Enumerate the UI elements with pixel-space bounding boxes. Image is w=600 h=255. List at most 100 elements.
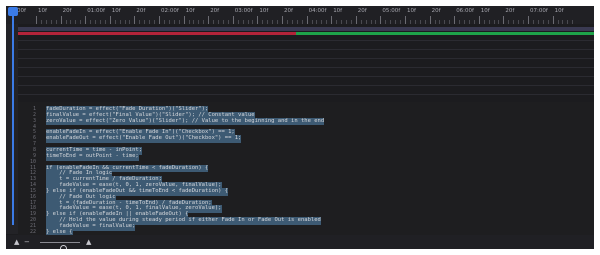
current-time-indicator[interactable] [12,15,14,225]
ruler-minor-tick [149,20,151,24]
track-divider [18,67,594,68]
ruler-minor-tick [163,20,165,24]
ruler-minor-tick [242,20,244,24]
ruler-minor-tick [95,20,97,24]
ruler-minor-tick [252,20,254,24]
ruler-minor-tick [567,20,569,24]
ruler-minor-tick [55,20,57,24]
ruler-major-tick [405,16,406,24]
track-divider [18,76,594,77]
ruler-tick-label: 03:00f [234,8,253,14]
ruler-minor-tick [449,20,451,24]
ruler-major-tick [85,16,87,24]
ruler-minor-tick [345,20,347,24]
ruler-minor-tick [193,20,195,24]
ruler-minor-tick [390,20,392,24]
ruler-minor-tick [547,20,549,24]
ruler-minor-tick [473,20,475,24]
ruler-minor-tick [114,20,116,24]
ruler-minor-tick [247,20,249,24]
ruler-tick-label: 20f [505,8,515,14]
ruler-minor-tick [267,20,269,24]
ruler-minor-tick [326,20,328,24]
ruler-minor-tick [395,20,397,24]
ruler-minor-tick [227,20,229,24]
work-area-bar[interactable] [18,27,594,31]
ruler-major-tick [282,16,283,24]
ruler-minor-tick [464,20,466,24]
ruler-minor-tick [523,20,525,24]
ruler-minor-tick [70,20,72,24]
ruler-minor-tick [311,20,313,24]
ruler-minor-tick [508,20,510,24]
layer-duration-bar-before-playhead[interactable] [18,32,296,35]
triangle-icon[interactable]: ▲ [14,238,19,246]
ruler-minor-tick [222,20,224,24]
time-ruler[interactable]: 00f 10f 20f 01:00f 10f 20f 02:00f 10f 20f 03:00f 1… [6,6,594,24]
track-divider [18,49,594,50]
ruler-tick-label: 10f [480,8,490,14]
ruler-minor-tick [468,20,470,24]
ruler-minor-tick [483,20,485,24]
ruler-minor-tick [562,20,564,24]
zoom-slider[interactable] [40,242,80,249]
ruler-minor-tick [65,20,67,24]
ruler-major-tick [134,16,136,24]
ruler-minor-tick [341,20,343,24]
ruler-minor-tick [513,20,515,24]
ruler-minor-tick [119,20,121,24]
ruler-minor-tick [291,20,293,24]
expression-editor[interactable]: 1 fadeDuration = effect("Fade Duration")(… [18,102,594,235]
ruler-minor-tick [45,20,47,24]
track-divider [18,94,594,95]
ruler-tick-label: 20f [210,8,220,14]
ruler-minor-tick [321,20,323,24]
track-divider [18,85,594,86]
ruler-minor-tick [90,20,92,24]
ruler-minor-tick [542,20,544,24]
ruler-minor-tick [444,20,446,24]
ruler-minor-tick [213,20,215,24]
ruler-minor-tick [488,20,490,24]
ruler-minor-tick [439,20,441,24]
track-divider [18,58,594,59]
ruler-tick-label: 10f [38,8,47,14]
ruler-major-tick [159,16,160,24]
ruler-major-tick [36,16,37,24]
ruler-minor-tick [178,20,180,24]
ruler-minor-tick [375,20,377,24]
ruler-minor-tick [262,20,264,24]
ruler-minor-tick [419,20,421,24]
ruler-tick-label: 20f [62,8,72,14]
ruler-major-tick [380,16,382,24]
ruler-major-tick [454,16,456,24]
ruler-minor-tick [173,20,175,24]
ruler-major-tick [60,16,62,24]
ruler-minor-tick [139,20,141,24]
ruler-minor-tick [336,20,338,24]
ruler-minor-tick [40,20,42,24]
ruler-major-tick [528,16,529,24]
ruler-minor-tick [434,20,436,24]
ruler-major-tick [355,16,357,24]
ruler-minor-tick [532,20,534,24]
ruler-minor-tick [218,20,220,24]
zoom-in-icon[interactable]: ▲ [86,238,91,246]
zoom-out-icon[interactable]: − [24,238,30,246]
ruler-major-tick [208,16,210,24]
ruler-minor-tick [409,20,411,24]
ruler-tick-label: 07:00f [530,8,548,14]
ruler-major-tick [232,16,234,24]
ruler-tick-label: 10f [554,8,564,14]
ruler-minor-tick [370,20,372,24]
layer-duration-bar-after-playhead[interactable] [296,32,594,35]
ruler-tick-label: 20f [136,8,146,14]
ruler-tick-label: 20f [431,8,441,14]
ruler-minor-tick [498,20,500,24]
ruler-tick-label: 20f [284,8,293,14]
ruler-major-tick [257,16,259,24]
ruler-minor-tick [99,20,101,24]
zoom-slider-knob[interactable] [60,245,67,249]
ruler-major-tick [478,16,480,24]
ruler-minor-tick [296,20,298,24]
